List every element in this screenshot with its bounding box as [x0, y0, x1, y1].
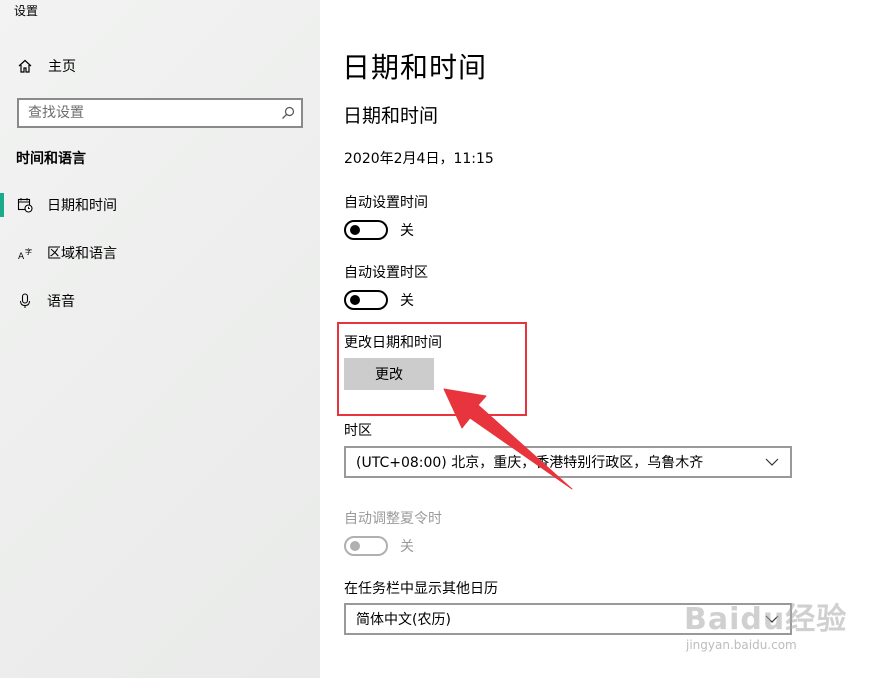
calendar-clock-icon: [16, 196, 34, 214]
home-label: 主页: [48, 59, 76, 75]
dst-label: 自动调整夏令时: [344, 511, 442, 527]
watermark-logo: Baidu经验: [684, 602, 848, 637]
auto-timezone-toggle[interactable]: [344, 290, 388, 310]
search-box[interactable]: [17, 98, 303, 128]
sidebar-item-label: 语音: [47, 294, 75, 310]
main-content: 日期和时间 日期和时间 2020年2月4日，11:15 自动设置时间 关 自动设…: [320, 0, 892, 678]
svg-text:字: 字: [25, 247, 32, 256]
dst-toggle-row: 关: [344, 535, 414, 557]
toggle-knob: [350, 295, 360, 305]
toggle-knob: [350, 225, 360, 235]
dst-state: 关: [400, 539, 414, 555]
extra-calendar-label: 在任务栏中显示其他日历: [344, 581, 498, 597]
app-title: 设置: [14, 4, 39, 18]
sidebar-item-date-time[interactable]: 日期和时间: [0, 191, 320, 219]
watermark-url: jingyan.baidu.com: [686, 638, 797, 652]
auto-time-label: 自动设置时间: [344, 195, 428, 211]
timezone-dropdown[interactable]: (UTC+08:00) 北京，重庆，香港特别行政区，乌鲁木齐: [344, 446, 792, 478]
home-icon: [16, 57, 34, 75]
auto-timezone-state: 关: [400, 293, 414, 309]
auto-time-state: 关: [400, 223, 414, 239]
toggle-knob: [350, 541, 360, 551]
auto-time-toggle[interactable]: [344, 220, 388, 240]
microphone-icon: [16, 292, 34, 310]
chevron-down-icon: [754, 448, 790, 476]
sidebar-item-region-language[interactable]: A字 区域和语言: [0, 239, 320, 267]
sidebar-item-label: 日期和时间: [47, 198, 117, 214]
change-button[interactable]: 更改: [344, 358, 434, 390]
current-datetime: 2020年2月4日，11:15: [344, 151, 494, 167]
section-title: 时间和语言: [16, 151, 86, 167]
timezone-value: (UTC+08:00) 北京，重庆，香港特别行政区，乌鲁木齐: [356, 455, 704, 471]
timezone-label: 时区: [344, 423, 372, 439]
language-icon: A字: [16, 244, 34, 262]
sidebar-item-speech[interactable]: 语音: [0, 287, 320, 315]
home-nav-item[interactable]: 主页: [16, 54, 76, 78]
change-datetime-label: 更改日期和时间: [344, 335, 442, 351]
svg-text:A: A: [18, 252, 25, 261]
auto-timezone-toggle-row: 关: [344, 289, 414, 311]
auto-time-toggle-row: 关: [344, 219, 414, 241]
section-heading: 日期和时间: [343, 105, 439, 127]
search-input[interactable]: [19, 100, 275, 126]
selected-indicator: [0, 193, 4, 217]
dst-toggle: [344, 536, 388, 556]
page-title: 日期和时间: [342, 51, 488, 84]
search-icon[interactable]: [275, 100, 301, 126]
sidebar-item-label: 区域和语言: [47, 246, 117, 262]
sidebar: 设置 主页 时间和语言 日期和时间 A字 区域和语言 语音: [0, 0, 320, 678]
auto-timezone-label: 自动设置时区: [344, 265, 428, 281]
baidu-watermark: Baidu经验 jingyan.baidu.com: [684, 580, 854, 660]
